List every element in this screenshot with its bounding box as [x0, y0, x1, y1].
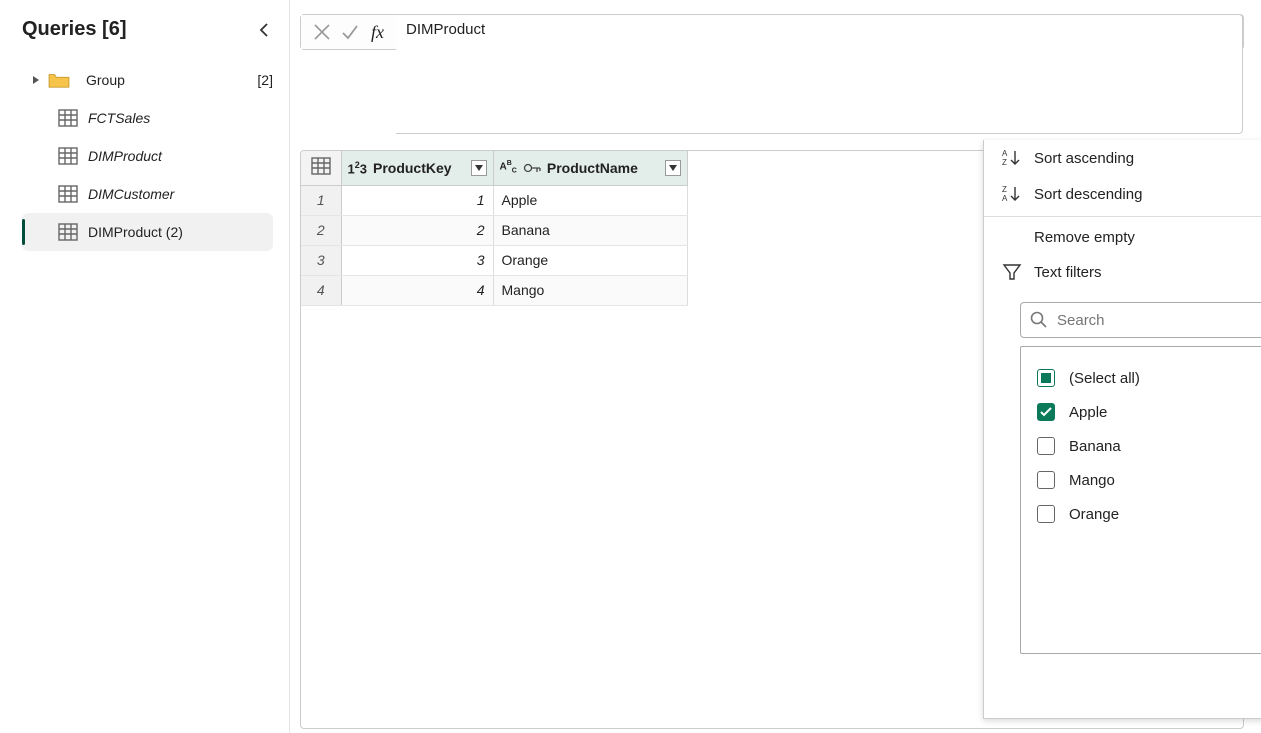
checkbox-icon	[1037, 369, 1055, 387]
main-area: fx DIMProduct 123 ProductKey	[290, 0, 1261, 733]
sort-descending-item[interactable]: Z A Sort descending	[984, 176, 1261, 212]
column-header-label: ProductName	[547, 160, 638, 176]
menu-separator	[984, 216, 1261, 217]
svg-text:A: A	[1002, 149, 1008, 158]
column-type-icon: 123	[348, 160, 367, 176]
formula-bar: fx DIMProduct	[300, 14, 1244, 50]
formula-input[interactable]: DIMProduct	[396, 14, 1243, 134]
filter-values-panel: (Select all) Apple Banana Mango Orange	[1020, 346, 1261, 654]
menu-item-label: Text filters	[1034, 264, 1102, 281]
column-filter-popup: A Z Sort ascending Z A Sort descending	[983, 140, 1261, 719]
filter-value-label: Mango	[1069, 472, 1115, 489]
sidebar-query-item[interactable]: DIMProduct	[22, 137, 273, 175]
checkbox-icon	[1037, 437, 1055, 455]
checkbox-icon	[1037, 471, 1055, 489]
filter-value-label: Orange	[1069, 506, 1119, 523]
checkbox-icon	[1037, 505, 1055, 523]
cell-productname[interactable]: Orange	[493, 245, 687, 275]
menu-item-label: Sort descending	[1034, 186, 1142, 203]
fx-icon[interactable]: fx	[371, 22, 384, 43]
caret-right-icon	[32, 76, 40, 84]
queries-sidebar: Queries [6] Group [2] FCTSales DIMProduct…	[0, 0, 290, 733]
cell-productkey[interactable]: 4	[341, 275, 493, 305]
filter-value-item[interactable]: Mango	[1037, 463, 1261, 497]
table-icon	[311, 157, 331, 175]
sidebar-item-label: FCTSales	[88, 110, 150, 126]
svg-text:A: A	[1002, 194, 1008, 203]
table-icon	[58, 223, 78, 241]
filter-icon	[1002, 262, 1022, 282]
key-icon	[523, 161, 541, 175]
table-corner[interactable]	[301, 151, 341, 185]
row-number[interactable]: 1	[301, 185, 341, 215]
menu-item-label: Remove empty	[1034, 229, 1135, 246]
checkbox-icon	[1037, 403, 1055, 421]
filter-search-input[interactable]	[1020, 302, 1261, 338]
column-header-productkey[interactable]: 123 ProductKey	[341, 151, 493, 185]
sidebar-query-item[interactable]: DIMCustomer	[22, 175, 273, 213]
cell-productname[interactable]: Mango	[493, 275, 687, 305]
sidebar-item-label: DIMProduct	[88, 148, 162, 164]
filter-value-label: Banana	[1069, 438, 1121, 455]
sidebar-query-item[interactable]: DIMProduct (2)	[22, 213, 273, 251]
search-icon	[1030, 311, 1048, 329]
filter-value-label: (Select all)	[1069, 370, 1140, 387]
cell-productname[interactable]: Apple	[493, 185, 687, 215]
column-type-icon: ABC	[500, 160, 517, 175]
sidebar-item-label: DIMProduct (2)	[88, 224, 183, 240]
cell-productname[interactable]: Banana	[493, 215, 687, 245]
commit-formula-icon[interactable]	[341, 23, 359, 41]
filter-value-item[interactable]: Banana	[1037, 429, 1261, 463]
sidebar-group-count: [2]	[257, 72, 273, 88]
sort-descending-icon: Z A	[1002, 184, 1022, 204]
column-filter-dropdown-button[interactable]	[665, 160, 681, 176]
row-number[interactable]: 3	[301, 245, 341, 275]
sidebar-group-label: Group	[86, 72, 125, 88]
sort-ascending-icon: A Z	[1002, 148, 1022, 168]
text-filters-item[interactable]: Text filters	[984, 254, 1261, 290]
folder-icon	[48, 71, 70, 89]
collapse-sidebar-icon[interactable]	[257, 22, 273, 38]
column-filter-dropdown-button[interactable]	[471, 160, 487, 176]
sort-ascending-item[interactable]: A Z Sort ascending	[984, 140, 1261, 176]
svg-text:Z: Z	[1002, 185, 1007, 194]
table-icon	[58, 109, 78, 127]
sidebar-group-item[interactable]: Group [2]	[22, 61, 273, 99]
cancel-formula-icon[interactable]	[313, 23, 331, 41]
table-icon	[58, 185, 78, 203]
filter-value-item[interactable]: Orange	[1037, 497, 1261, 531]
row-number[interactable]: 4	[301, 275, 341, 305]
filter-value-label: Apple	[1069, 404, 1107, 421]
filter-value-item[interactable]: Apple	[1037, 395, 1261, 429]
filter-value-item[interactable]: (Select all)	[1037, 361, 1261, 395]
column-header-productname[interactable]: ABC ProductName	[493, 151, 687, 185]
sidebar-item-label: DIMCustomer	[88, 186, 174, 202]
sidebar-query-item[interactable]: FCTSales	[22, 99, 273, 137]
remove-empty-item[interactable]: Remove empty	[984, 221, 1261, 254]
cell-productkey[interactable]: 3	[341, 245, 493, 275]
column-header-label: ProductKey	[373, 160, 452, 176]
table-icon	[58, 147, 78, 165]
cell-productkey[interactable]: 2	[341, 215, 493, 245]
menu-item-label: Sort ascending	[1034, 150, 1134, 167]
cell-productkey[interactable]: 1	[341, 185, 493, 215]
row-number[interactable]: 2	[301, 215, 341, 245]
svg-text:Z: Z	[1002, 158, 1007, 167]
queries-title: Queries [6]	[22, 18, 126, 41]
